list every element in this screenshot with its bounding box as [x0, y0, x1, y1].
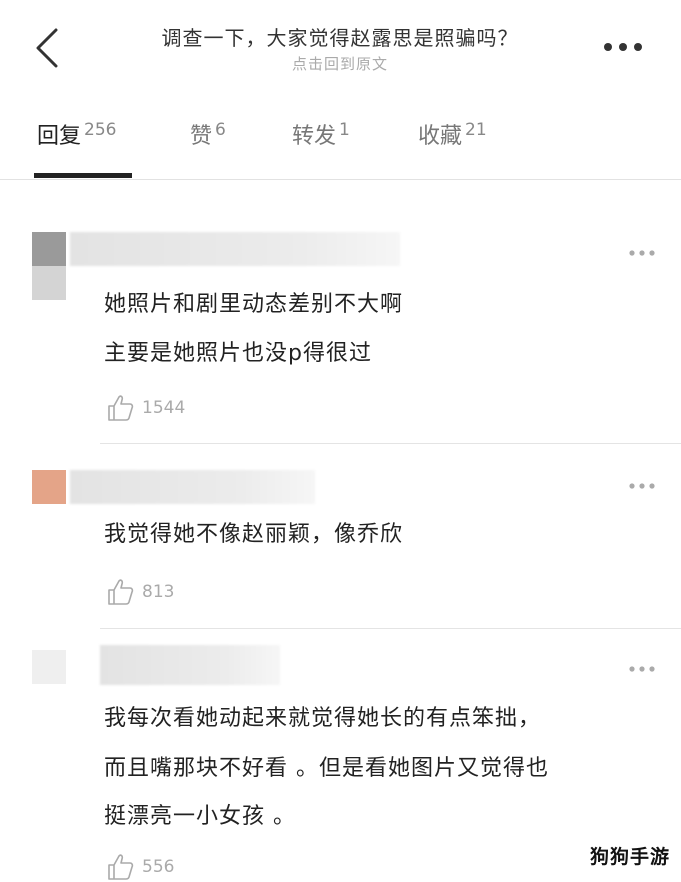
- tab-reposts-count: 1: [339, 120, 350, 140]
- comment-text: 主要是她照片也没p得很过: [104, 341, 372, 366]
- username-blurred[interactable]: [70, 232, 400, 266]
- page-title: 调查一下，大家觉得赵露思是照骗吗？: [161, 26, 519, 50]
- tab-reposts[interactable]: 转发 1: [292, 118, 350, 150]
- comment-more-icon[interactable]: [627, 481, 657, 491]
- tab-favorites-label: 收藏: [418, 124, 463, 149]
- tab-favorites[interactable]: 收藏 21: [418, 118, 487, 150]
- thumbs-up-icon: [108, 579, 134, 605]
- tab-active-indicator: [34, 173, 132, 178]
- avatar[interactable]: [32, 470, 66, 504]
- comment-text: 她照片和剧里动态差别不大啊: [104, 292, 404, 317]
- username-blurred[interactable]: [70, 470, 315, 504]
- like-count: 813: [142, 582, 175, 602]
- watermark: 狗狗手游: [590, 846, 671, 868]
- tab-replies[interactable]: 回复 256: [37, 118, 116, 150]
- avatar[interactable]: [32, 650, 66, 684]
- tab-favorites-count: 21: [465, 120, 487, 140]
- comment-divider: [100, 628, 681, 629]
- more-dots-icon[interactable]: [600, 36, 646, 58]
- thumbs-up-icon: [108, 854, 134, 880]
- thumbs-up-icon: [108, 395, 134, 421]
- tab-replies-count: 256: [84, 120, 117, 140]
- back-to-original-link[interactable]: 点击回到原文: [110, 53, 570, 74]
- comment-text: 挺漂亮一小女孩 。: [104, 804, 296, 829]
- tab-reposts-label: 转发: [292, 124, 337, 149]
- username-blurred[interactable]: [100, 645, 280, 685]
- like-button[interactable]: 813: [106, 577, 174, 607]
- avatar[interactable]: [32, 232, 66, 266]
- comment-divider: [100, 443, 681, 444]
- back-chevron-icon[interactable]: [30, 28, 66, 68]
- avatar-blur: [32, 266, 66, 300]
- tabs-divider: [0, 179, 681, 180]
- tab-likes-label: 赞: [190, 124, 213, 149]
- tab-likes[interactable]: 赞6: [190, 118, 226, 150]
- comment-more-icon[interactable]: [627, 248, 657, 258]
- comment-text: 我每次看她动起来就觉得她长的有点笨拙，: [104, 706, 542, 731]
- like-button[interactable]: 1544: [106, 393, 185, 423]
- comment-text: 我觉得她不像赵丽颖，像乔欣: [104, 522, 404, 547]
- tab-replies-label: 回复: [37, 124, 82, 149]
- like-count: 556: [142, 857, 175, 877]
- tab-likes-count: 6: [215, 120, 226, 140]
- comment-more-icon[interactable]: [627, 664, 657, 674]
- comment-text: 而且嘴那块不好看 。但是看她图片又觉得也: [104, 756, 549, 781]
- like-count: 1544: [142, 398, 186, 418]
- like-button[interactable]: 556: [106, 852, 174, 882]
